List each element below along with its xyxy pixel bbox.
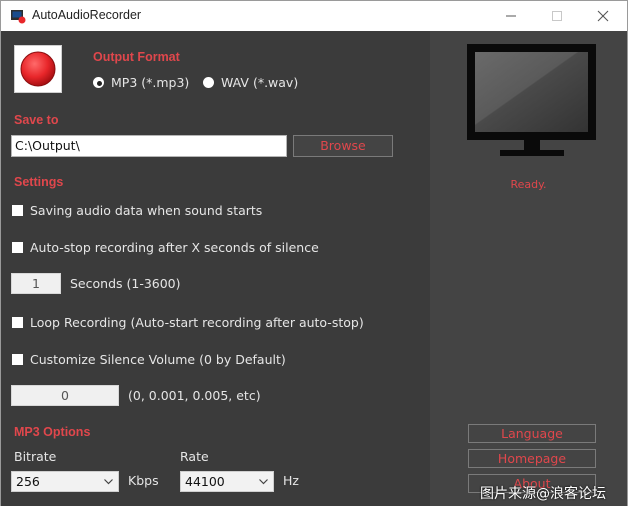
side-panel: Ready. Language Homepage About	[430, 31, 627, 506]
auto-stop-checkbox[interactable]	[12, 242, 23, 253]
monitor-icon	[467, 44, 596, 156]
minimize-button[interactable]	[488, 1, 534, 31]
chevron-down-icon	[104, 479, 113, 485]
rate-unit: Hz	[283, 473, 299, 488]
main-panel: Output Format MP3 (*.mp3) WAV (*.wav) Sa…	[1, 31, 430, 506]
silence-volume-input[interactable]: 0	[11, 385, 119, 406]
chevron-down-icon	[259, 479, 268, 485]
wav-radio[interactable]	[203, 77, 214, 88]
record-button[interactable]	[14, 45, 62, 93]
rate-select[interactable]: 44100	[180, 471, 274, 492]
loop-recording-label[interactable]: Loop Recording (Auto-start recording aft…	[30, 315, 364, 330]
mp3-radio[interactable]	[93, 77, 104, 88]
record-icon	[20, 51, 56, 87]
mp3-radio-label[interactable]: MP3 (*.mp3)	[111, 75, 189, 90]
save-path-input[interactable]: C:\Output\	[11, 135, 287, 157]
loop-recording-checkbox[interactable]	[12, 317, 23, 328]
settings-title: Settings	[14, 175, 64, 189]
custom-silence-checkbox[interactable]	[12, 354, 23, 365]
title-bar: AutoAudioRecorder	[1, 1, 627, 31]
maximize-button[interactable]	[534, 1, 580, 31]
close-icon	[597, 10, 609, 22]
minimize-icon	[506, 15, 516, 17]
rate-label: Rate	[180, 449, 209, 464]
saving-on-sound-checkbox[interactable]	[12, 205, 23, 216]
bitrate-value: 256	[16, 474, 40, 489]
language-button[interactable]: Language	[468, 424, 596, 443]
seconds-input[interactable]: 1	[11, 273, 61, 294]
status-text: Ready.	[510, 178, 547, 191]
rate-value: 44100	[185, 474, 225, 489]
homepage-button[interactable]: Homepage	[468, 449, 596, 468]
app-window: AutoAudioRecorder Output Format MP3 (*.m…	[0, 0, 628, 506]
silence-volume-hint: (0, 0.001, 0.005, etc)	[128, 388, 261, 403]
app-icon	[11, 10, 26, 24]
save-to-title: Save to	[14, 113, 59, 127]
window-title: AutoAudioRecorder	[32, 8, 142, 22]
output-format-title: Output Format	[93, 50, 180, 64]
mp3-options-title: MP3 Options	[14, 425, 91, 439]
saving-on-sound-label[interactable]: Saving audio data when sound starts	[30, 203, 262, 218]
wav-radio-label[interactable]: WAV (*.wav)	[221, 75, 298, 90]
bitrate-select[interactable]: 256	[11, 471, 119, 492]
maximize-icon	[552, 11, 562, 21]
close-button[interactable]	[580, 1, 626, 31]
bitrate-unit: Kbps	[128, 473, 159, 488]
custom-silence-label[interactable]: Customize Silence Volume (0 by Default)	[30, 352, 286, 367]
auto-stop-label[interactable]: Auto-stop recording after X seconds of s…	[30, 240, 319, 255]
bitrate-label: Bitrate	[14, 449, 57, 464]
seconds-label: Seconds (1-3600)	[70, 276, 181, 291]
watermark-text: 图片来源@浪客论坛	[480, 486, 606, 502]
browse-button[interactable]: Browse	[293, 135, 393, 157]
